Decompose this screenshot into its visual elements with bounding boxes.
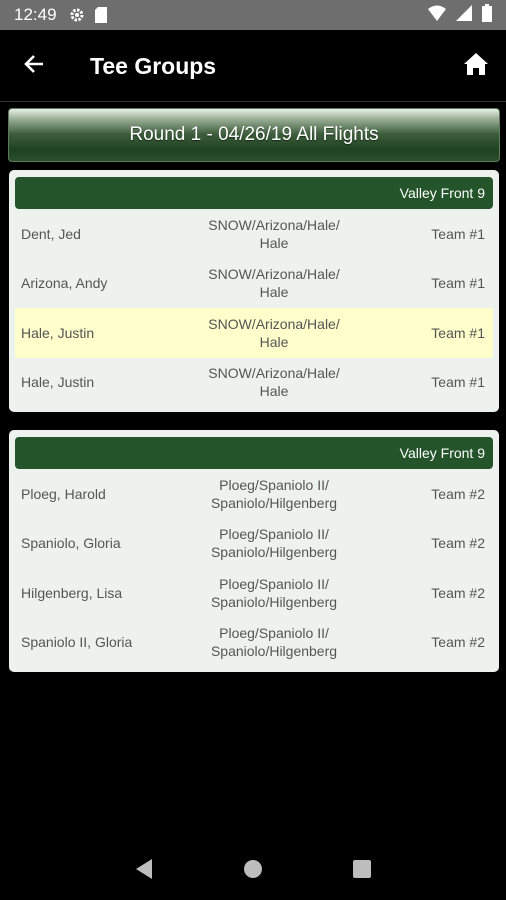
- group-members: SNOW/Arizona/Hale/Hale: [208, 365, 340, 400]
- table-row[interactable]: Hale, Justin SNOW/Arizona/Hale/Hale Team…: [15, 358, 493, 408]
- player-name: Arizona, Andy: [21, 275, 108, 292]
- table-row[interactable]: Spaniolo II, Gloria Ploeg/Spaniolo II/Sp…: [15, 618, 493, 668]
- table-row[interactable]: Spaniolo, Gloria Ploeg/Spaniolo II/Spani…: [15, 519, 493, 569]
- group-members: SNOW/Arizona/Hale/Hale: [208, 315, 340, 350]
- nav-home-button[interactable]: [233, 851, 273, 891]
- battery-icon: [482, 3, 492, 27]
- home-icon: [463, 52, 489, 81]
- player-name: Ploeg, Harold: [21, 485, 106, 502]
- team-label: Team #2: [431, 634, 485, 651]
- app-bar: Tee Groups: [0, 30, 506, 102]
- nav-recents-button[interactable]: [342, 851, 382, 891]
- signal-icon: [456, 4, 472, 26]
- system-nav-bar: [0, 842, 506, 900]
- team-label: Team #1: [431, 225, 485, 242]
- group-members: SNOW/Arizona/Hale/Hale: [208, 266, 340, 301]
- player-name: Dent, Jed: [21, 225, 81, 242]
- team-label: Team #2: [431, 535, 485, 552]
- home-circle-icon: [243, 859, 263, 884]
- sd-card-icon: [94, 7, 107, 23]
- nav-back-button[interactable]: [124, 851, 164, 891]
- group-members: Ploeg/Spaniolo II/Spaniolo/Hilgenberg: [210, 476, 338, 511]
- group-members: Ploeg/Spaniolo II/Spaniolo/Hilgenberg: [210, 625, 338, 660]
- team-label: Team #2: [431, 485, 485, 502]
- wifi-icon: [428, 5, 446, 26]
- player-name: Hale, Justin: [21, 374, 95, 391]
- player-name: Spaniolo II, Gloria: [21, 634, 133, 651]
- table-row[interactable]: Hilgenberg, Lisa Ploeg/Spaniolo II/Spani…: [15, 568, 493, 618]
- group-header: Valley Front 9: [15, 437, 493, 469]
- course-label: Valley Front 9: [399, 185, 485, 201]
- back-button[interactable]: [2, 30, 66, 102]
- tee-group-card: Valley Front 9 Ploeg, Harold Ploeg/Spani…: [9, 430, 499, 672]
- player-name: Spaniolo, Gloria: [21, 535, 121, 552]
- gear-icon: [69, 7, 85, 23]
- player-name: Hale, Justin: [21, 324, 95, 341]
- recents-square-icon: [352, 859, 371, 883]
- course-label: Valley Front 9: [399, 445, 485, 461]
- group-header: Valley Front 9: [15, 177, 493, 209]
- table-row[interactable]: Arizona, Andy SNOW/Arizona/Hale/Hale Tea…: [15, 259, 493, 309]
- group-members: SNOW/Arizona/Hale/Hale: [208, 216, 340, 251]
- table-row[interactable]: Dent, Jed SNOW/Arizona/Hale/Hale Team #1: [15, 209, 493, 259]
- team-label: Team #2: [431, 584, 485, 601]
- team-label: Team #1: [431, 275, 485, 292]
- tee-group-card: Valley Front 9 Dent, Jed SNOW/Arizona/Ha…: [9, 170, 499, 412]
- page-title: Tee Groups: [90, 52, 217, 79]
- table-row[interactable]: Ploeg, Harold Ploeg/Spaniolo II/Spaniolo…: [15, 469, 493, 519]
- arrow-left-icon: [23, 53, 45, 80]
- status-time: 12:49: [14, 5, 57, 24]
- team-label: Team #1: [431, 374, 485, 391]
- home-button[interactable]: [446, 30, 506, 102]
- group-members: Ploeg/Spaniolo II/Spaniolo/Hilgenberg: [210, 526, 338, 561]
- status-bar: 12:49: [0, 0, 506, 30]
- player-name: Hilgenberg, Lisa: [21, 584, 123, 601]
- table-row-highlighted[interactable]: Hale, Justin SNOW/Arizona/Hale/Hale Team…: [15, 308, 493, 358]
- app-bar-divider: [0, 101, 506, 102]
- back-triangle-icon: [134, 858, 154, 885]
- round-banner[interactable]: Round 1 - 04/26/19 All Flights: [8, 108, 500, 162]
- team-label: Team #1: [431, 324, 485, 341]
- group-members: Ploeg/Spaniolo II/Spaniolo/Hilgenberg: [210, 575, 338, 610]
